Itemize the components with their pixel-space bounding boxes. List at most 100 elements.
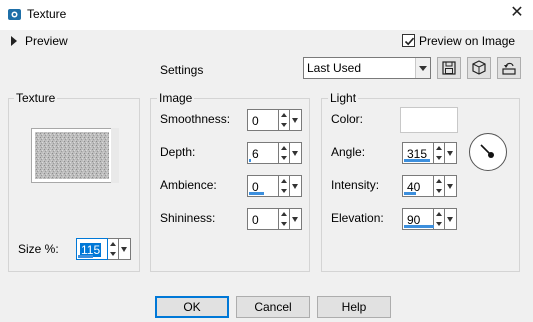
depth-value: 6	[252, 147, 259, 161]
shininess-input[interactable]: 0	[247, 208, 279, 230]
save-preset-button[interactable]	[437, 57, 461, 79]
elevation-label: Elevation:	[331, 211, 384, 225]
resource-manager-button[interactable]	[467, 57, 491, 79]
shininess-label: Shininess:	[160, 211, 216, 225]
elevation-spinner[interactable]: 90	[402, 208, 458, 230]
ambience-stepper[interactable]	[279, 175, 290, 197]
ambience-level-bar	[249, 192, 264, 195]
reset-defaults-button[interactable]	[497, 57, 521, 79]
shininess-spinner[interactable]: 0	[247, 208, 303, 230]
chevron-down-icon	[447, 151, 453, 156]
arrow-up-icon[interactable]	[436, 146, 442, 150]
arrow-down-icon[interactable]	[436, 222, 442, 226]
ambience-label: Ambience:	[160, 178, 217, 192]
chevron-down-icon	[292, 118, 298, 123]
light-group-title: Light	[328, 91, 359, 105]
arrow-down-icon[interactable]	[110, 252, 116, 256]
intensity-label: Intensity:	[331, 178, 380, 192]
preset-dropdown-button[interactable]	[415, 58, 430, 78]
title-bar: Texture ✕	[0, 0, 533, 30]
preview-on-image-label[interactable]: Preview on Image	[419, 34, 515, 48]
light-color-swatch[interactable]	[400, 107, 458, 133]
elevation-stepper[interactable]	[434, 208, 445, 230]
arrow-up-icon[interactable]	[281, 146, 287, 150]
texture-group-title: Texture	[14, 91, 58, 105]
smoothness-input[interactable]: 0	[247, 109, 279, 131]
elevation-level-bar	[404, 225, 434, 228]
arrow-up-icon[interactable]	[436, 179, 442, 183]
angle-dial[interactable]	[469, 133, 507, 171]
angle-input[interactable]: 315	[402, 142, 434, 164]
cube-icon	[472, 60, 486, 75]
texture-scrollbar[interactable]	[111, 128, 119, 183]
angle-level-bar	[404, 159, 430, 162]
arrow-up-icon[interactable]	[436, 212, 442, 216]
texture-pattern-image	[35, 132, 109, 179]
shininess-value: 0	[252, 213, 259, 227]
ambience-spinner[interactable]: 0	[247, 175, 303, 197]
expand-arrow-icon[interactable]	[11, 36, 17, 46]
window-title: Texture	[27, 7, 67, 21]
depth-stepper[interactable]	[279, 142, 290, 164]
ok-button[interactable]: OK	[155, 296, 229, 318]
image-group-title: Image	[157, 91, 195, 105]
size-spinner[interactable]: 115	[76, 238, 132, 260]
preview-toggle-label[interactable]: Preview	[25, 34, 68, 48]
chevron-down-icon	[121, 247, 127, 252]
arrow-up-icon[interactable]	[281, 212, 287, 216]
close-icon[interactable]: ✕	[508, 4, 526, 22]
checkmark-icon	[404, 37, 415, 46]
depth-label: Depth:	[160, 145, 196, 159]
smoothness-label: Smoothness:	[160, 112, 231, 126]
size-level-bar	[78, 255, 93, 258]
smoothness-spinner[interactable]: 0	[247, 109, 303, 131]
cancel-button[interactable]: Cancel	[236, 296, 310, 318]
angle-stepper[interactable]	[434, 142, 445, 164]
help-button[interactable]: Help	[317, 296, 391, 318]
size-dropdown-button[interactable]	[119, 238, 131, 260]
arrow-up-icon[interactable]	[281, 179, 287, 183]
arrow-down-icon[interactable]	[281, 189, 287, 193]
intensity-dropdown-button[interactable]	[445, 175, 457, 197]
smoothness-dropdown-button[interactable]	[290, 109, 302, 131]
chevron-down-icon	[292, 217, 298, 222]
intensity-input[interactable]: 40	[402, 175, 434, 197]
depth-input[interactable]: 6	[247, 142, 279, 164]
arrow-down-icon[interactable]	[281, 123, 287, 127]
arrow-down-icon[interactable]	[281, 156, 287, 160]
chevron-down-icon	[447, 217, 453, 222]
shininess-dropdown-button[interactable]	[290, 208, 302, 230]
intensity-stepper[interactable]	[434, 175, 445, 197]
arrow-down-icon[interactable]	[436, 189, 442, 193]
app-icon	[8, 9, 21, 20]
ambience-input[interactable]: 0	[247, 175, 279, 197]
preview-on-image-checkbox[interactable]	[402, 34, 415, 47]
size-input[interactable]: 115	[76, 238, 108, 260]
shininess-stepper[interactable]	[279, 208, 290, 230]
elevation-dropdown-button[interactable]	[445, 208, 457, 230]
arrow-down-icon[interactable]	[436, 156, 442, 160]
size-label: Size %:	[18, 242, 59, 256]
angle-pointer-icon	[480, 144, 494, 158]
size-stepper[interactable]	[108, 238, 119, 260]
settings-label: Settings	[160, 63, 204, 77]
angle-spinner[interactable]: 315	[402, 142, 458, 164]
preset-select-value: Last Used	[307, 61, 362, 75]
chevron-down-icon	[419, 66, 427, 71]
elevation-input[interactable]: 90	[402, 208, 434, 230]
texture-swatch[interactable]	[31, 128, 119, 183]
depth-level-bar	[249, 159, 251, 162]
intensity-level-bar	[404, 192, 416, 195]
arrow-down-icon[interactable]	[281, 222, 287, 226]
save-disk-icon	[442, 61, 456, 75]
smoothness-stepper[interactable]	[279, 109, 290, 131]
intensity-spinner[interactable]: 40	[402, 175, 458, 197]
depth-spinner[interactable]: 6	[247, 142, 303, 164]
ambience-dropdown-button[interactable]	[290, 175, 302, 197]
depth-dropdown-button[interactable]	[290, 142, 302, 164]
color-label: Color:	[331, 112, 364, 126]
angle-dropdown-button[interactable]	[445, 142, 457, 164]
preset-select[interactable]: Last Used	[303, 57, 431, 79]
arrow-up-icon[interactable]	[281, 113, 287, 117]
arrow-up-icon[interactable]	[110, 242, 116, 246]
